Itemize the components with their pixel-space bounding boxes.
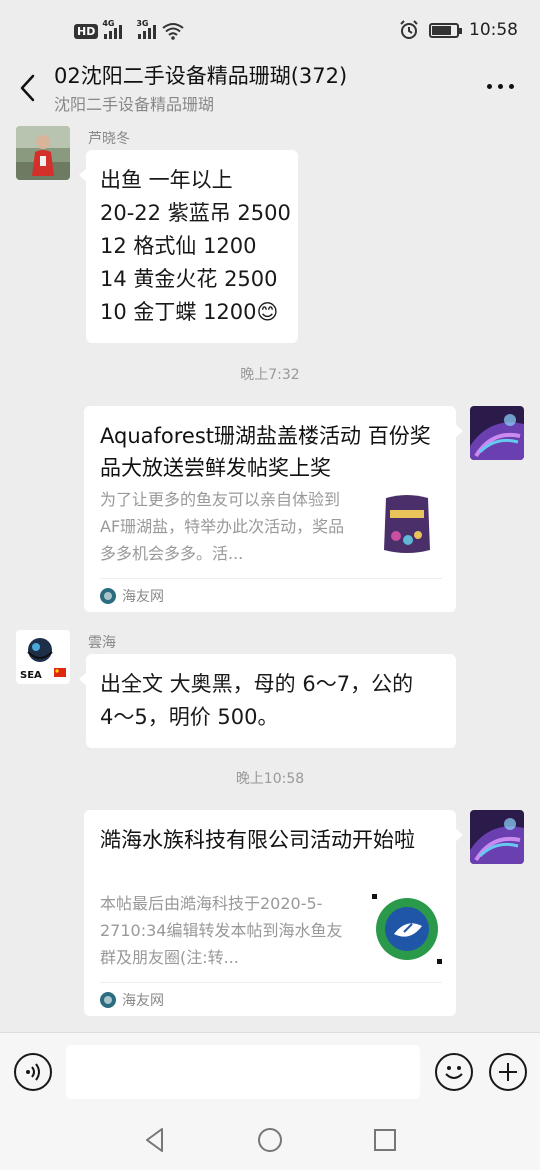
signal-icon: 4G [102, 19, 123, 39]
message-line: 10 金丁蝶 1200😊 [100, 300, 279, 324]
chat-header: 02沈阳二手设备精品珊瑚(372) 沈阳二手设备精品珊瑚 [0, 54, 540, 120]
signal-icon: 3G [136, 19, 157, 39]
avatar[interactable] [16, 126, 70, 180]
message-bubble[interactable]: 出全文 大奥黑，母的 6～7，公的 4～5，明价 500。 [79, 654, 456, 748]
more-options-icon[interactable] [487, 84, 514, 89]
nav-recents-icon[interactable] [371, 1126, 399, 1154]
message-timestamp: 晚上7:32 [240, 367, 300, 383]
card-divider [100, 578, 442, 579]
message-line: 20-22 紫蓝吊 2500 [100, 201, 291, 225]
status-right-icons: 10:58 [399, 20, 518, 40]
sim1-type-label: 4G [102, 19, 115, 28]
sender-name: 雲海 [88, 635, 116, 651]
sim2-type-label: 3G [136, 19, 149, 28]
card-source: 海友网 [100, 990, 164, 1010]
card-source: 海友网 [100, 586, 164, 606]
card-title: Aquaforest珊湖盐盖楼活动 百份奖品大放送尝鲜发帖奖上奖 [100, 424, 431, 480]
message-input[interactable] [66, 1045, 420, 1099]
status-left-icons: HD 4G 3G [74, 19, 184, 40]
card-divider [100, 982, 442, 983]
message-line: 4～5，明价 500。 [100, 705, 279, 729]
message-line: 14 黄金火花 2500 [100, 267, 278, 291]
emoji-icon[interactable] [435, 1053, 473, 1091]
plus-icon[interactable] [489, 1053, 527, 1091]
voice-icon[interactable] [14, 1053, 52, 1091]
card-thumbnail [372, 894, 442, 964]
link-card[interactable]: Aquaforest珊湖盐盖楼活动 百份奖品大放送尝鲜发帖奖上奖 为了让更多的鱼… [84, 406, 463, 612]
nav-home-icon[interactable] [256, 1126, 284, 1154]
avatar[interactable] [470, 810, 524, 864]
card-title: 澔海水族科技有限公司活动开始啦 [100, 828, 415, 852]
source-logo-icon [100, 588, 116, 604]
source-logo-icon [100, 992, 116, 1008]
message-bubble[interactable]: 出鱼 一年以上 20-22 紫蓝吊 2500 12 格式仙 1200 14 黄金… [79, 150, 298, 343]
system-nav-bar [0, 1110, 540, 1170]
wifi-icon [162, 23, 184, 40]
link-card[interactable]: 澔海水族科技有限公司活动开始啦 本帖最后由澔海科技于2020-5-2710:34… [84, 810, 463, 1016]
alarm-icon [400, 20, 418, 39]
svg-text:SEA: SEA [20, 670, 42, 681]
hd-icon: HD [74, 23, 99, 39]
input-bar [0, 1032, 540, 1110]
message-list[interactable]: 芦晓冬 出鱼 一年以上 20-22 紫蓝吊 2500 12 格式仙 1200 1… [0, 120, 540, 1032]
message-timestamp: 晚上10:58 [235, 771, 305, 787]
back-arrow-icon[interactable] [14, 68, 44, 108]
sender-name: 芦晓冬 [88, 131, 130, 147]
chat-title: 02沈阳二手设备精品珊瑚(372) [54, 64, 348, 88]
message-line: 出全文 大奥黑，母的 6～7，公的 [100, 672, 414, 696]
message-line: 12 格式仙 1200 [100, 234, 257, 258]
card-description: 本帖最后由澔海科技于2020-5-2710:34编辑转发本帖到海水鱼友群及朋友圈… [100, 894, 343, 967]
card-source-label: 海友网 [122, 589, 164, 605]
card-thumbnail [372, 488, 442, 558]
battery-icon [429, 22, 462, 38]
card-source-label: 海友网 [122, 993, 164, 1009]
message-line: 出鱼 一年以上 [100, 168, 233, 192]
card-description: 为了让更多的鱼友可以亲自体验到AF珊湖盐，特举办此次活动，奖品多多机会多多。活.… [100, 490, 345, 563]
avatar[interactable] [470, 406, 524, 460]
avatar[interactable]: SEA [16, 630, 70, 684]
status-time: 10:58 [469, 20, 518, 40]
nav-back-icon[interactable] [142, 1126, 170, 1154]
chat-subtitle: 沈阳二手设备精品珊瑚 [54, 95, 215, 114]
